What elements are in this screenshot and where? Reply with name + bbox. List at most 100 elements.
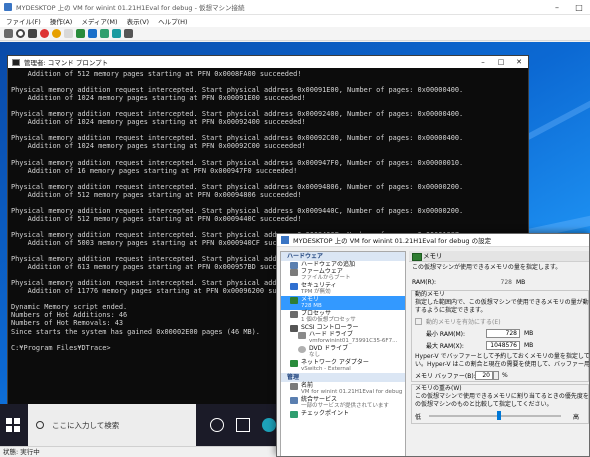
memory-intro-text: この仮想マシンが使用できるメモリの量を指定します。 — [412, 264, 562, 271]
minimize-icon[interactable]: – — [546, 0, 568, 15]
pause-icon[interactable] — [76, 29, 85, 38]
tree-item-checkpoints[interactable]: チェックポイント — [281, 410, 405, 418]
checkpoint-icon[interactable] — [100, 29, 109, 38]
console-line: Addition of 16 memory pages starting at … — [11, 166, 298, 175]
tree-item-network-adapter[interactable]: ネットワーク アダプター vSwitch - External — [281, 359, 405, 373]
menu-media[interactable]: メディア(M) — [81, 16, 117, 26]
ctrl-alt-del-icon[interactable] — [4, 29, 13, 38]
memory-weight-desc: の仮想マシンのものと比較して指定してください。 — [415, 401, 553, 408]
start-button[interactable] — [6, 418, 20, 432]
command-prompt-title: 管理者: コマンド プロンプト — [24, 59, 109, 67]
hard-drive-icon — [298, 332, 306, 339]
tree-section-hardware[interactable]: ハードウェア — [281, 252, 405, 261]
revert-icon[interactable] — [112, 29, 121, 38]
start-icon[interactable] — [16, 29, 25, 38]
cortana-icon[interactable] — [210, 418, 224, 432]
tree-item-label: SCSI コントローラー — [301, 324, 359, 331]
tree-item-sub: 1 個の仮想プロセッサ — [301, 317, 356, 323]
turn-off-icon[interactable] — [28, 29, 37, 38]
edge-icon[interactable] — [262, 418, 276, 432]
memory-weight-label: メモリの重み(W) — [415, 385, 462, 392]
dynamic-memory-desc: するように指定できます。 — [415, 307, 487, 314]
console-line: Addition of 1024 memory pages starting a… — [11, 142, 306, 151]
taskbar-search-placeholder: ここに入力して検索 — [52, 420, 120, 430]
min-ram-label: 最小 RAM(M): — [426, 330, 465, 338]
menu-view[interactable]: 表示(V) — [127, 16, 150, 26]
tree-item-add-hardware[interactable]: ハードウェアの追加 — [281, 261, 405, 269]
min-ram-input[interactable]: 728 — [486, 328, 520, 338]
search-icon — [36, 421, 44, 429]
tree-item-sub: vmforwinint01_73991C35-6F7... — [309, 338, 398, 344]
vm-settings-dialog[interactable]: MYDESKTOP 上の VM for winint 01.21H1Eval f… — [276, 233, 590, 457]
shutdown-icon[interactable] — [40, 29, 49, 38]
cmd-close-icon[interactable]: ✕ — [510, 56, 528, 68]
tree-item-label: チェックポイント — [301, 410, 350, 417]
memory-icon — [290, 297, 298, 304]
memory-buffer-label: メモリ バッファー(B): — [415, 372, 476, 380]
task-view-icon[interactable] — [236, 418, 250, 432]
taskbar-search-box[interactable]: ここに入力して検索 — [28, 404, 196, 446]
menu-file[interactable]: ファイル(F) — [6, 16, 41, 26]
tree-item-memory[interactable]: メモリ 728 MB — [281, 296, 405, 310]
save-state-icon[interactable] — [52, 29, 61, 38]
min-ram-unit: MB — [524, 329, 534, 337]
reset-icon[interactable] — [88, 29, 97, 38]
slider-track — [429, 415, 561, 417]
enhanced-session-icon[interactable] — [124, 29, 133, 38]
tree-item-scsi[interactable]: SCSI コントローラー — [281, 324, 405, 332]
memory-settings-panel: メモリ この仮想マシンが使用できるメモリの量を指定します。 RAM(R): 72… — [409, 251, 590, 456]
tree-item-sub: 728 MB — [301, 303, 322, 309]
dynamic-memory-checkbox[interactable] — [415, 317, 422, 325]
menu-help[interactable]: ヘルプ(H) — [158, 16, 187, 26]
tree-item-firmware[interactable]: ファームウェア ファイルからブート — [281, 268, 405, 282]
tree-item-sub: なし — [309, 352, 321, 358]
cmd-maximize-icon[interactable]: □ — [492, 56, 510, 68]
tree-item-hard-drive[interactable]: ハード ドライブ vmforwinint01_73991C35-6F7... — [281, 331, 405, 345]
slider-thumb[interactable] — [497, 411, 501, 420]
tree-item-label: プロセッサ — [301, 310, 332, 317]
vm-connection-toolbar — [0, 27, 590, 41]
maximize-icon[interactable]: □ — [568, 0, 590, 15]
tree-item-dvd[interactable]: DVD ドライブ なし — [281, 345, 405, 359]
tree-section-management[interactable]: 管理 — [281, 373, 405, 382]
name-icon — [290, 383, 298, 390]
max-ram-label: 最大 RAM(X): — [426, 342, 464, 350]
command-prompt-icon — [12, 58, 20, 66]
console-line: Physical memory addition request interce… — [11, 206, 464, 215]
memory-buffer-unit: % — [502, 371, 508, 379]
tree-item-sub: vSwitch - External — [301, 366, 351, 372]
menu-action[interactable]: 操作(A) — [50, 16, 73, 26]
processor-icon — [290, 311, 298, 318]
tree-item-label: セキュリティ — [301, 282, 337, 289]
tree-item-integration-services[interactable]: 統合サービス 一部のサービスが提供されています — [281, 396, 405, 410]
tree-item-name[interactable]: 名前 VM for winint 01.21H1Eval for debug — [281, 382, 405, 396]
dynamic-memory-checkbox-row[interactable]: 動的メモリを有効にする(E) — [412, 315, 588, 327]
cmd-minimize-icon[interactable]: – — [474, 56, 492, 68]
tree-item-label: メモリ — [301, 296, 320, 303]
tree-item-processor[interactable]: プロセッサ 1 個の仮想プロセッサ — [281, 310, 405, 324]
ram-label: RAM(R): — [412, 278, 437, 286]
ram-value: 728 — [500, 278, 512, 286]
weight-high-label: 高 — [572, 414, 579, 421]
separator — [64, 29, 73, 38]
memory-buffer-desc: い。Hyper-V はこの割合と現在の需要を使用して、バッファー用のメモリ — [415, 361, 590, 368]
tree-item-label: 統合サービス — [301, 396, 338, 403]
max-ram-input[interactable]: 1048576 — [486, 340, 520, 350]
tree-item-security[interactable]: セキュリティ TPM が無効 — [281, 282, 405, 296]
settings-title: MYDESKTOP 上の VM for winint 01.21H1Eval f… — [293, 237, 492, 245]
memory-buffer-input[interactable]: 20 — [475, 370, 493, 380]
vm-connection-title: MYDESKTOP 上の VM for winint 01.21H1Eval f… — [16, 4, 245, 12]
memory-weight-group: メモリの重み(W) この仮想マシンで使用できるメモリに割り当てるときの優先度を、… — [411, 384, 589, 424]
tree-item-sub: 一部のサービスが提供されています — [301, 403, 389, 409]
firmware-icon — [290, 269, 298, 276]
shield-icon — [290, 283, 298, 290]
memory-buffer-spinner[interactable] — [493, 370, 499, 380]
tree-item-sub: ファイルからブート — [301, 275, 351, 281]
memory-weight-slider[interactable]: 低 高 — [415, 411, 585, 421]
